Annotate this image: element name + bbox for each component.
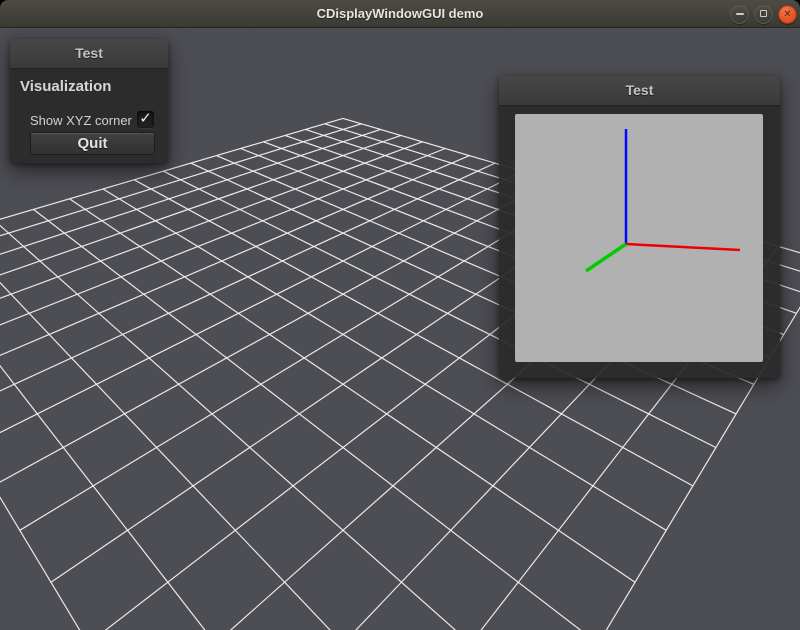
axes-viewport[interactable] (515, 114, 763, 362)
minimize-button[interactable] (730, 5, 749, 24)
gl-canvas[interactable]: Test Visualization Show XYZ corner Quit … (0, 28, 800, 630)
show-xyz-row: Show XYZ corner (10, 111, 168, 129)
visualization-label: Visualization (20, 78, 168, 95)
titlebar[interactable]: CDisplayWindowGUI demo (0, 0, 800, 28)
show-xyz-label: Show XYZ corner (30, 113, 132, 128)
window-controls (730, 0, 797, 28)
quit-button[interactable]: Quit (30, 132, 155, 155)
view-panel-title: Test (626, 82, 654, 98)
maximize-icon (760, 10, 767, 17)
control-panel-header[interactable]: Test (10, 39, 168, 69)
close-button[interactable] (778, 5, 797, 24)
control-panel-title: Test (75, 45, 103, 61)
view-panel-header[interactable]: Test (499, 76, 780, 106)
x-axis (626, 244, 740, 250)
maximize-button[interactable] (754, 5, 773, 24)
minimize-icon (736, 13, 744, 15)
view-panel: Test (499, 76, 780, 378)
show-xyz-checkbox[interactable] (137, 111, 154, 128)
window-title: CDisplayWindowGUI demo (0, 0, 800, 27)
xyz-corner (515, 114, 763, 362)
app-window: CDisplayWindowGUI demo Test Visualizatio… (0, 0, 800, 630)
control-panel: Test Visualization Show XYZ corner Quit (10, 39, 168, 163)
y-axis (586, 244, 626, 271)
